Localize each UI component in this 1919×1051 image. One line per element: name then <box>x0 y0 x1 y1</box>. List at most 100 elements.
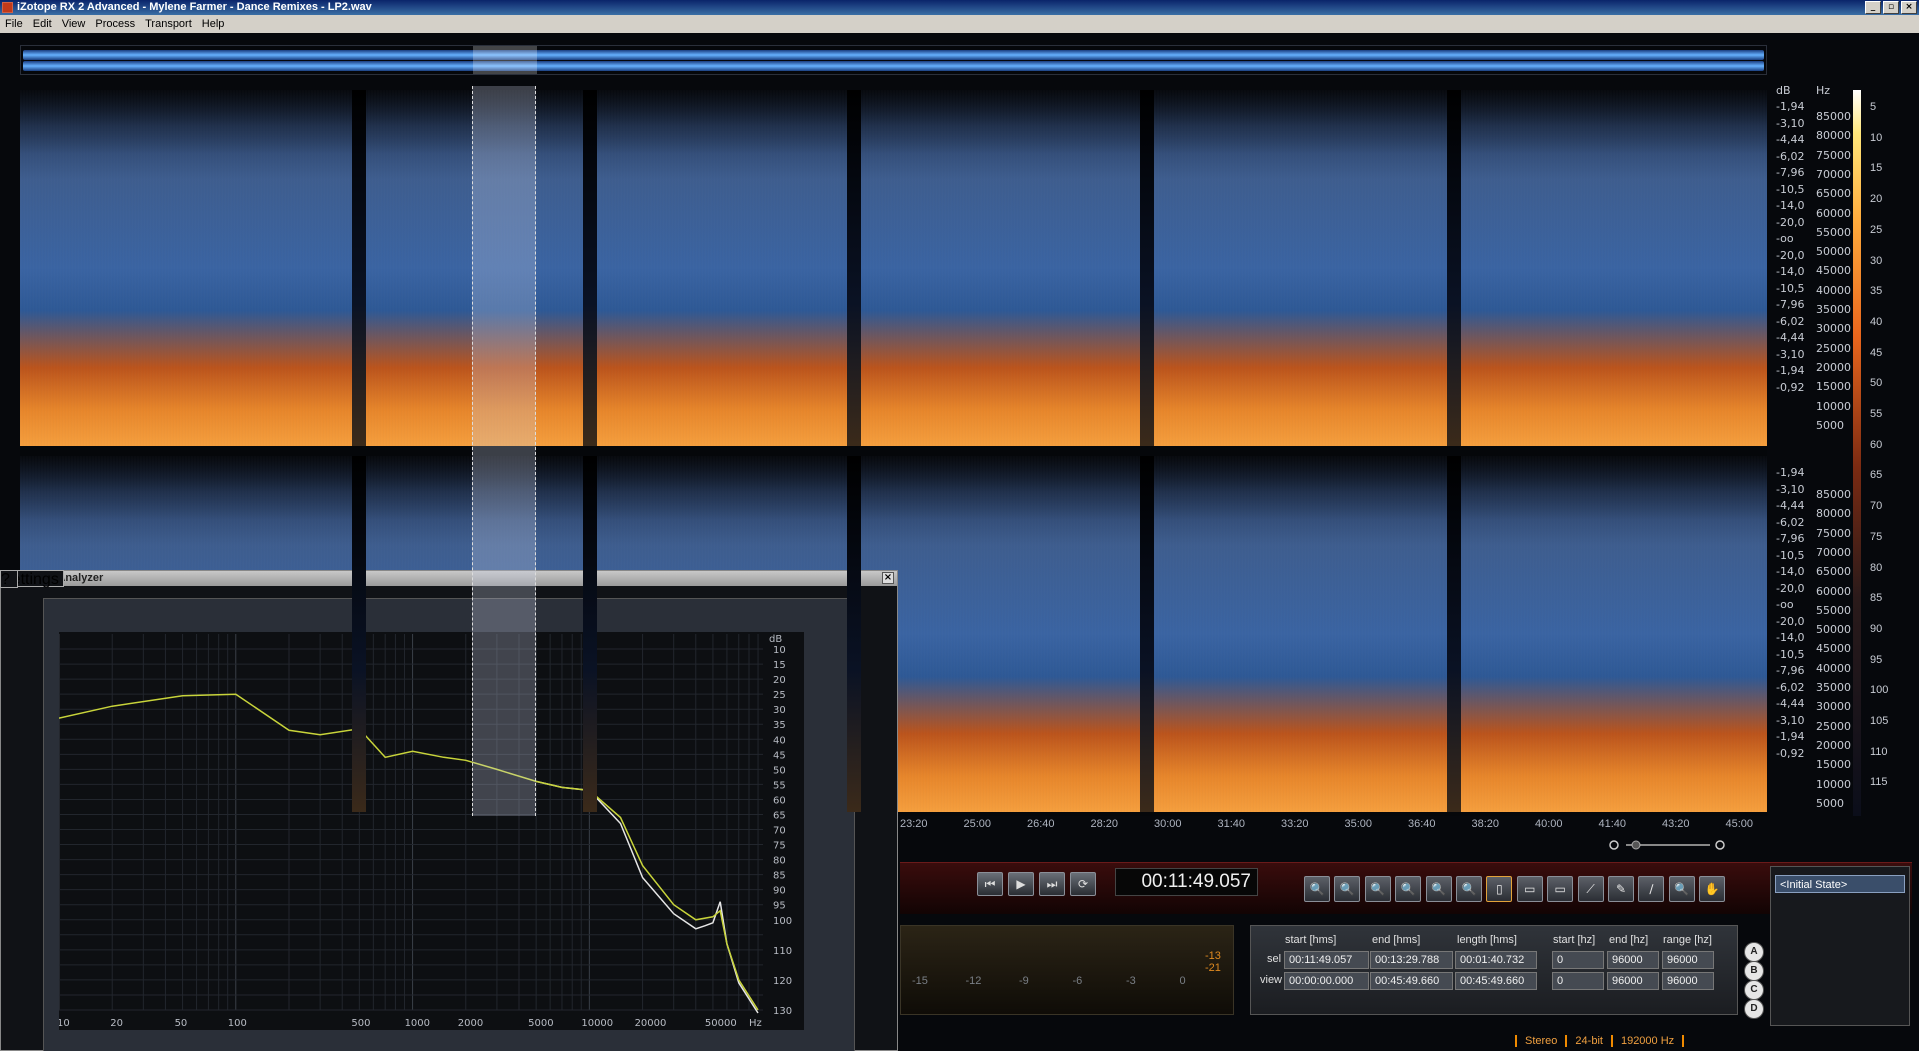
skip-back-button[interactable]: ⏮ <box>977 872 1003 896</box>
hz-tick: 75000 <box>1816 148 1851 162</box>
selection-cell[interactable]: 96000 <box>1662 951 1714 969</box>
db-tick-label: 75 <box>773 841 786 852</box>
hz-tick: 35000 <box>1816 303 1851 316</box>
menu-edit[interactable]: Edit <box>28 18 57 30</box>
compare-a-button[interactable]: A <box>1744 942 1764 962</box>
db-tick: -4,44 <box>1776 331 1805 344</box>
zoom-out-icon[interactable]: 🔍 <box>1334 876 1361 902</box>
zoom-selection-icon[interactable]: 🔍 <box>1364 876 1391 902</box>
brush-icon[interactable]: ✎ <box>1608 876 1634 902</box>
spectrogram-channel-left[interactable] <box>20 90 1767 446</box>
db-tick-label: 10 <box>773 645 786 656</box>
menu-file[interactable]: File <box>0 18 28 30</box>
hand-icon[interactable]: ✋ <box>1699 876 1726 902</box>
db-tick: -7,96 <box>1776 664 1805 677</box>
selection-cell[interactable]: 00:11:49.057 <box>1284 951 1369 969</box>
play-button[interactable]: ▶ <box>1008 872 1034 896</box>
magnify-icon[interactable]: 🔍 <box>1668 876 1695 902</box>
rect-select-icon[interactable]: ▭ <box>1516 876 1543 902</box>
zoom-in-icon[interactable]: 🔍 <box>1304 876 1330 902</box>
menu-process[interactable]: Process <box>90 18 140 30</box>
hz-tick-label: 10000 <box>581 1018 613 1029</box>
db-tick: -1,94 <box>1776 730 1805 743</box>
play-selection-button[interactable]: ⏭ <box>1039 872 1065 896</box>
hz-tick: 60000 <box>1816 206 1851 220</box>
track-gap <box>847 456 861 812</box>
hz-tick-label: 500 <box>351 1018 370 1029</box>
menu-view[interactable]: View <box>57 18 91 30</box>
selection-cell[interactable]: 0 <box>1552 951 1604 969</box>
hz-tick: 50000 <box>1816 623 1851 637</box>
menu-help[interactable]: Help <box>197 18 230 30</box>
colorbar-tick: 5 <box>1870 101 1877 113</box>
history-item[interactable]: <Initial State> <box>1775 875 1905 893</box>
hz-tick: 70000 <box>1816 545 1851 559</box>
compare-c-button[interactable]: C <box>1744 980 1764 1000</box>
colorbar-tick: 35 <box>1870 285 1883 298</box>
selection-cell[interactable]: 96000 <box>1607 972 1659 990</box>
db-tick-label: 60 <box>773 795 786 806</box>
db-tick: -6,02 <box>1776 149 1805 163</box>
column-header: start [hz] <box>1553 934 1596 946</box>
time-tick: 43:20 <box>1662 818 1690 830</box>
help-button[interactable]: ? <box>0 570 18 588</box>
selection-cell[interactable]: 00:00:00.000 <box>1284 972 1369 990</box>
waveform-overview[interactable] <box>20 45 1767 75</box>
time-select-icon[interactable]: ▯ <box>1486 876 1513 902</box>
db-tick: -1,94 <box>1776 100 1805 113</box>
minimize-button[interactable]: _ <box>1865 1 1881 14</box>
window-title: iZotope RX 2 Advanced - Mylene Farmer - … <box>17 1 372 13</box>
hz-tick: 80000 <box>1816 507 1851 521</box>
hz-tick: 10000 <box>1816 399 1851 413</box>
db-axis-header: dB <box>769 634 782 645</box>
selection-cell[interactable]: 00:01:40.732 <box>1455 951 1537 969</box>
zoom-fit-icon[interactable]: 🔍 <box>1395 876 1422 902</box>
close-icon[interactable]: × <box>882 572 894 584</box>
colorbar-tick: 85 <box>1870 592 1883 605</box>
selection-cell[interactable]: 96000 <box>1662 972 1714 990</box>
lasso-icon[interactable]: ⟋ <box>1577 876 1604 902</box>
freq-select-icon[interactable]: ▭ <box>1547 876 1574 902</box>
selection-cell[interactable]: 00:45:49.660 <box>1370 972 1453 990</box>
hz-tick: 85000 <box>1816 488 1851 501</box>
db-tick-label: 40 <box>773 735 786 746</box>
compare-b-button[interactable]: B <box>1744 961 1764 981</box>
maximize-button[interactable]: ▫ <box>1883 1 1899 14</box>
db-tick: -10,5 <box>1776 182 1805 196</box>
close-button[interactable]: × <box>1901 1 1917 14</box>
time-tick: 23:20 <box>900 818 928 830</box>
level-meter <box>900 925 1234 1015</box>
db-tick: -3,10 <box>1776 116 1805 130</box>
spectrum-plot[interactable]: dB10152025303540455055606570758085909510… <box>59 632 804 1030</box>
time-ruler[interactable]: 23:20 25:00 26:40 28:20 30:00 31:40 33:20 35:00… <box>900 818 1767 834</box>
db-tick-label: 25 <box>773 690 786 701</box>
track-gap <box>1140 90 1154 446</box>
zoom-time-icon[interactable]: 🔍 <box>1425 876 1452 902</box>
hz-tick: 80000 <box>1816 129 1851 143</box>
colorbar-tick: 115 <box>1870 776 1888 789</box>
selection-cell[interactable]: 96000 <box>1607 951 1659 969</box>
hz-tick-label: 20000 <box>635 1018 667 1029</box>
colorbar-tick: 90 <box>1870 622 1883 635</box>
selection-cell[interactable]: 00:13:29.788 <box>1370 951 1453 969</box>
time-tick: 38:20 <box>1471 818 1500 830</box>
db-tick-label: 90 <box>773 886 786 897</box>
selection-cell[interactable]: 0 <box>1552 972 1604 990</box>
wand-icon[interactable]: ∕ <box>1638 876 1665 902</box>
selection-cell[interactable]: 00:45:49.660 <box>1455 972 1537 990</box>
db-tick-label: 110 <box>773 946 792 957</box>
db-tick-label: 85 <box>773 871 786 882</box>
time-selection[interactable] <box>472 86 536 816</box>
overview-channel-left <box>23 50 1764 60</box>
colorbar-tick: 25 <box>1870 223 1883 236</box>
loop-button[interactable]: ⟳ <box>1070 872 1096 896</box>
hz-axis-unit: Hz <box>749 1018 762 1029</box>
spectrum-analyzer-titlebar[interactable]: Spectrum Analyzer × <box>1 571 897 586</box>
compare-d-button[interactable]: D <box>1744 999 1764 1019</box>
track-gap <box>352 456 366 812</box>
zoom-slider[interactable] <box>1608 839 1728 851</box>
overview-selection[interactable] <box>473 46 537 74</box>
zoom-freq-icon[interactable]: 🔍 <box>1456 876 1482 902</box>
menu-transport[interactable]: Transport <box>140 18 197 30</box>
hz-tick-label: 50000 <box>705 1018 737 1029</box>
